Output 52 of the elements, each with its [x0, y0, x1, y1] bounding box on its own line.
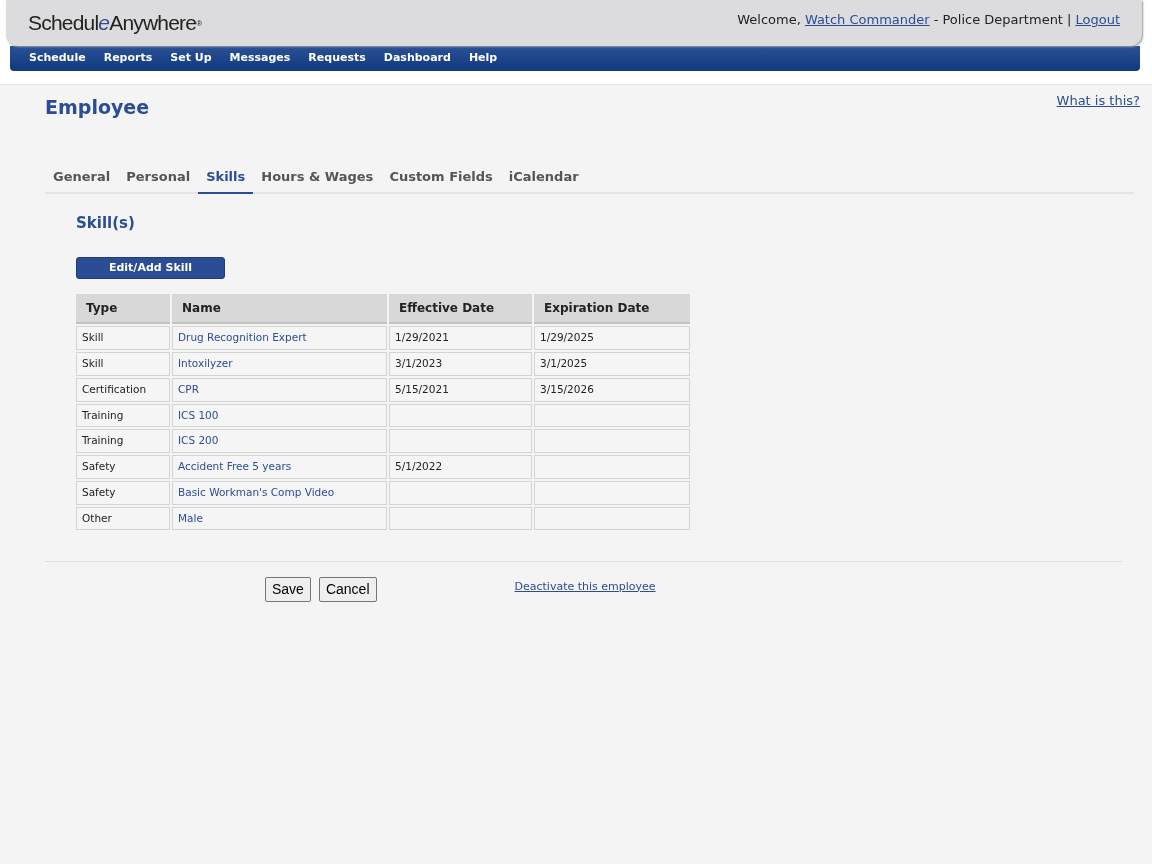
menu-item[interactable]: Reports — [94, 50, 162, 67]
table-cell: Other — [76, 506, 170, 531]
skill-name-cell: Accident Free 5 years — [172, 455, 387, 479]
deactivate-link[interactable]: Deactivate this employee — [514, 578, 656, 595]
skill-name-cell: Basic Workman's Comp Video — [172, 480, 387, 505]
table-cell: 3/15/2026 — [534, 377, 690, 402]
tab[interactable]: Custom Fields — [381, 161, 501, 194]
column-header: Type — [76, 294, 170, 325]
table-cell: 3/1/2023 — [389, 352, 532, 376]
tab[interactable]: General — [45, 161, 119, 194]
save-button[interactable]: Save — [265, 577, 311, 603]
welcome-text: Welcome, — [737, 11, 801, 30]
help-link[interactable]: What is this? — [1056, 91, 1140, 111]
table-cell: Certification — [76, 377, 170, 402]
table-cell: 3/1/2025 — [534, 352, 690, 376]
table-cell: Skill — [76, 326, 170, 350]
table-cell: 5/15/2021 — [389, 377, 532, 402]
tab[interactable]: iCalendar — [500, 161, 587, 194]
table-cell: Safety — [76, 480, 170, 505]
table-cell: Skill — [76, 352, 170, 376]
skill-name-cell: CPR — [172, 377, 387, 402]
cancel-button[interactable]: Cancel — [318, 577, 377, 603]
skill-name-cell: Male — [172, 506, 387, 531]
user-link[interactable]: Watch Commander — [804, 10, 930, 30]
table-cell: 1/29/2025 — [534, 326, 690, 350]
table-cell: 5/1/2022 — [389, 455, 532, 479]
tab[interactable]: Personal — [118, 161, 199, 194]
organization-text: - Police Department | — [933, 11, 1072, 30]
page-title: Employee — [45, 96, 150, 119]
column-header: Name — [172, 294, 387, 325]
skill-name-cell: ICS 100 — [172, 403, 387, 428]
tab[interactable]: Hours & Wages — [253, 161, 382, 194]
menu-item[interactable]: Set Up — [161, 50, 221, 67]
table-cell: Safety — [76, 455, 170, 479]
skill-name-cell: ICS 200 — [172, 429, 387, 453]
section-title: Skill(s) — [76, 212, 136, 234]
edit-add-skill-button[interactable]: Edit/Add Skill — [76, 257, 225, 280]
menu-item[interactable]: Requests — [299, 50, 375, 67]
skill-name-cell: Intoxilyzer — [172, 352, 387, 376]
column-header: Effective Date — [389, 294, 532, 325]
menu-item[interactable]: Dashboard — [374, 50, 460, 67]
menu-item[interactable]: Help — [459, 50, 507, 67]
menu-item[interactable]: Messages — [220, 50, 300, 67]
menu-item[interactable]: Schedule — [20, 50, 95, 67]
column-header: Expiration Date — [534, 294, 690, 325]
table-cell: 1/29/2021 — [389, 326, 532, 350]
logout-link[interactable]: Logout — [1075, 10, 1120, 30]
tab[interactable]: Skills — [198, 161, 254, 194]
table-cell: Training — [76, 403, 170, 428]
logo: ScheduleAnywhere$^{®}$ — [28, 10, 202, 37]
skill-name-cell: Drug Recognition Expert — [172, 326, 387, 350]
table-cell: Training — [76, 429, 170, 453]
